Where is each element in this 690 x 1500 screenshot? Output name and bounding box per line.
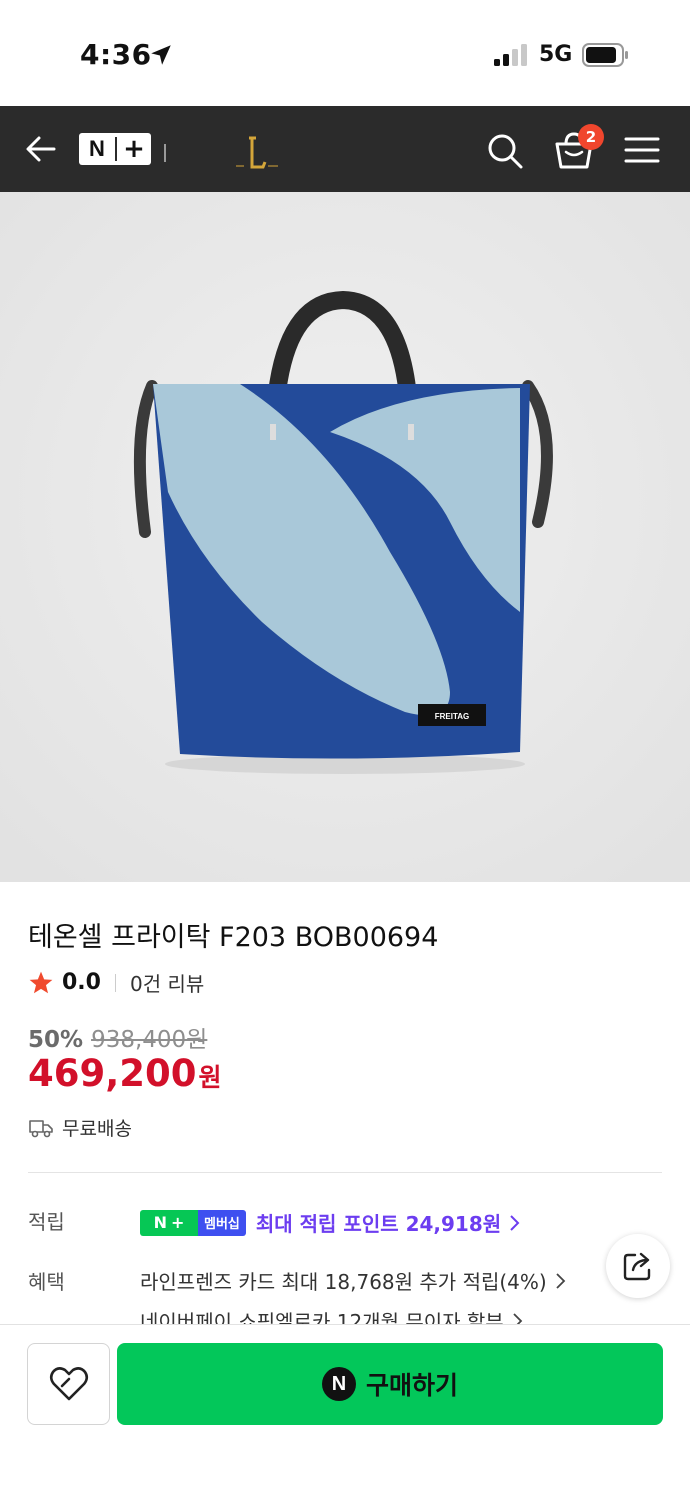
benefit-card-text: 라인프렌즈 카드 최대 18,768원 추가 적립(4%) (140, 1270, 547, 1294)
bottom-purchase-bar: N 구매하기 (0, 1324, 690, 1500)
shipping-text: 무료배송 (62, 1118, 132, 1140)
tote-bag-illustration: FREITAG (0, 192, 690, 882)
cellular-signal-icon (494, 44, 527, 66)
truck-icon (29, 1119, 53, 1137)
nav-divider (164, 144, 166, 162)
buy-button-label: 구매하기 (365, 1371, 458, 1400)
review-count: 0건 리뷰 (129, 972, 205, 996)
battery-icon (582, 43, 628, 67)
benefit-label: 혜택 (28, 1270, 65, 1294)
sale-price: 469,200 원 (28, 1052, 222, 1095)
nplus-plus-sign: + (123, 134, 145, 164)
shipping-row: 무료배송 (28, 1114, 132, 1141)
nplus-n-letter: N (89, 136, 105, 161)
hamburger-menu-icon[interactable] (624, 136, 660, 164)
share-button[interactable] (606, 1234, 670, 1298)
membership-points-link[interactable]: N + 멤버십 최대 적립 포인트 24,918원 (140, 1208, 521, 1237)
naver-pay-n-icon: N (321, 1367, 356, 1401)
cart-count-badge: 2 (578, 124, 604, 150)
share-icon (623, 1252, 651, 1281)
search-icon[interactable] (486, 132, 524, 170)
membership-badge-text: 멤버십 (198, 1209, 246, 1236)
brand-logo[interactable] (232, 134, 282, 174)
discount-rate: 50% (28, 1027, 84, 1053)
rating-value: 0.0 (62, 970, 101, 995)
benefit-card-link[interactable]: 라인프렌즈 카드 최대 18,768원 추가 적립(4%) (140, 1266, 567, 1295)
back-arrow-icon[interactable] (22, 130, 60, 168)
points-label: 적립 (28, 1210, 65, 1234)
nplus-membership-badge: N + 멤버십 (140, 1209, 246, 1236)
bag-brand-label: FREITAG (435, 712, 470, 721)
membership-n-letter: N (153, 1213, 167, 1232)
original-price: 938,400원 (91, 1027, 208, 1053)
product-image[interactable]: FREITAG (0, 192, 690, 882)
chevron-right-icon (556, 1272, 565, 1289)
product-title: 테온셀 프라이탁 F203 BOB00694 (28, 922, 439, 953)
rating-separator (114, 973, 116, 992)
location-arrow-icon (151, 45, 171, 65)
buy-button[interactable]: N 구매하기 (117, 1343, 663, 1425)
price-unit: 원 (198, 1063, 222, 1092)
rating-row[interactable]: 0.0 0건 리뷰 (28, 968, 204, 997)
star-icon (29, 971, 53, 993)
membership-badge-n: N + (140, 1209, 198, 1236)
naver-plus-logo[interactable]: N + (79, 133, 151, 165)
heart-icon (49, 1367, 88, 1401)
section-divider (28, 1172, 662, 1173)
network-type: 5G (539, 42, 573, 67)
status-bar: 4:36 5G (0, 0, 690, 106)
wishlist-button[interactable] (27, 1343, 110, 1425)
price-amount: 469,200 (28, 1052, 197, 1095)
max-points-text: 최대 적립 포인트 24,918원 (255, 1212, 502, 1236)
status-time: 4:36 (80, 38, 152, 71)
discount-row: 50% 938,400원 (28, 1020, 207, 1054)
chevron-right-icon (510, 1214, 520, 1231)
membership-plus-sign: + (170, 1213, 185, 1232)
top-navigation: N + 2 (0, 106, 690, 192)
